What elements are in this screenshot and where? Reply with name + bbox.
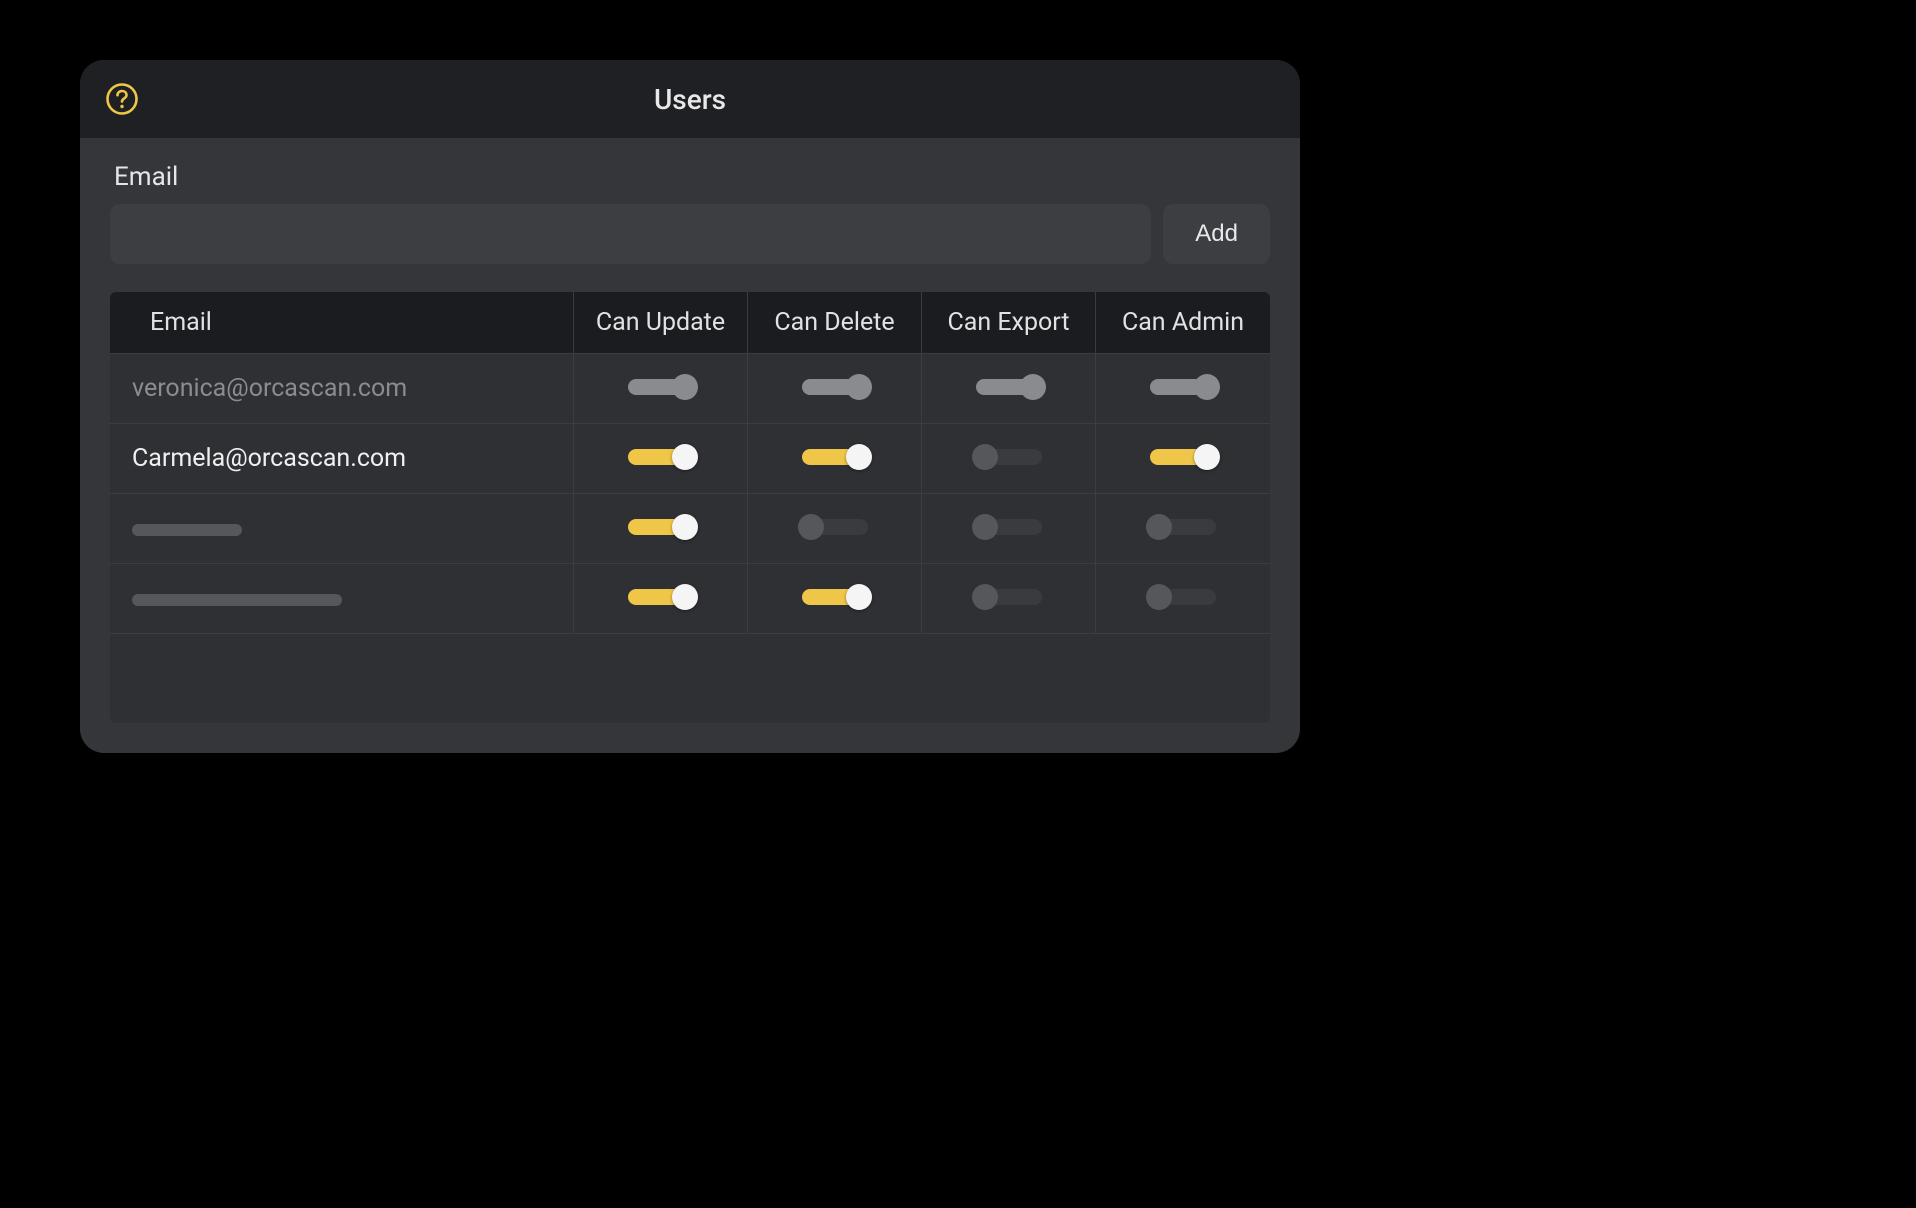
users-table: Email Can Update Can Delete Can Export C… [110, 292, 1270, 723]
user-email: Carmela@orcascan.com [132, 444, 406, 473]
column-header-can-delete: Can Delete [748, 292, 922, 353]
toggle-can-admin[interactable] [1150, 589, 1216, 605]
users-panel: Users Email Add Email Can Update Can Del… [80, 60, 1300, 753]
cell-email: veronica@orcascan.com [110, 353, 574, 423]
column-header-can-admin: Can Admin [1096, 292, 1270, 353]
toggle-can-export[interactable] [976, 379, 1042, 395]
toggle-knob [972, 514, 998, 540]
cell-can-export [922, 353, 1096, 423]
toggle-can-update[interactable] [628, 449, 694, 465]
toggle-can-update[interactable] [628, 379, 694, 395]
table-footer-cell [110, 633, 1270, 723]
toggle-knob [672, 514, 698, 540]
toggle-knob [1194, 374, 1220, 400]
toggle-knob [672, 584, 698, 610]
table-row [110, 493, 1270, 563]
cell-can-admin [1096, 493, 1270, 563]
cell-can-delete [748, 353, 922, 423]
table-row: Carmela@orcascan.com [110, 423, 1270, 493]
toggle-can-export[interactable] [976, 519, 1042, 535]
table-header-row: Email Can Update Can Delete Can Export C… [110, 292, 1270, 353]
help-icon[interactable] [104, 81, 140, 117]
cell-can-delete [748, 493, 922, 563]
toggle-can-admin[interactable] [1150, 379, 1216, 395]
cell-email [110, 493, 574, 563]
toggle-knob [846, 374, 872, 400]
toggle-knob [1146, 514, 1172, 540]
toggle-knob [846, 584, 872, 610]
cell-can-delete [748, 563, 922, 633]
column-header-email: Email [110, 292, 574, 353]
toggle-can-export[interactable] [976, 589, 1042, 605]
table-row: veronica@orcascan.com [110, 353, 1270, 423]
cell-can-update [574, 423, 748, 493]
cell-can-update [574, 353, 748, 423]
cell-can-admin [1096, 423, 1270, 493]
email-input[interactable] [110, 204, 1151, 264]
user-email: veronica@orcascan.com [132, 374, 407, 403]
toggle-knob [1020, 374, 1046, 400]
toggle-knob [672, 444, 698, 470]
toggle-can-delete[interactable] [802, 589, 868, 605]
cell-can-export [922, 493, 1096, 563]
cell-can-delete [748, 423, 922, 493]
toggle-can-export[interactable] [976, 449, 1042, 465]
toggle-knob [846, 444, 872, 470]
cell-can-admin [1096, 353, 1270, 423]
toggle-can-admin[interactable] [1150, 449, 1216, 465]
panel-header: Users [80, 60, 1300, 138]
column-header-can-export: Can Export [922, 292, 1096, 353]
toggle-knob [1194, 444, 1220, 470]
placeholder-bar [132, 524, 242, 536]
toggle-knob [972, 584, 998, 610]
toggle-can-delete[interactable] [802, 449, 868, 465]
cell-email [110, 563, 574, 633]
cell-can-update [574, 493, 748, 563]
placeholder-bar [132, 594, 342, 606]
toggle-can-admin[interactable] [1150, 519, 1216, 535]
cell-email: Carmela@orcascan.com [110, 423, 574, 493]
cell-can-export [922, 563, 1096, 633]
toggle-can-update[interactable] [628, 589, 694, 605]
email-row: Add [110, 204, 1270, 264]
toggle-can-delete[interactable] [802, 379, 868, 395]
toggle-knob [1146, 584, 1172, 610]
table-row [110, 563, 1270, 633]
panel-title: Users [654, 83, 726, 116]
cell-can-update [574, 563, 748, 633]
toggle-knob [672, 374, 698, 400]
cell-can-export [922, 423, 1096, 493]
add-button[interactable]: Add [1163, 204, 1270, 264]
table-footer-row [110, 633, 1270, 723]
toggle-can-delete[interactable] [802, 519, 868, 535]
toggle-knob [972, 444, 998, 470]
panel-body: Email Add Email Can Update Can Delete Ca… [80, 138, 1300, 753]
column-header-can-update: Can Update [574, 292, 748, 353]
cell-can-admin [1096, 563, 1270, 633]
toggle-can-update[interactable] [628, 519, 694, 535]
email-label: Email [114, 162, 1270, 192]
toggle-knob [798, 514, 824, 540]
